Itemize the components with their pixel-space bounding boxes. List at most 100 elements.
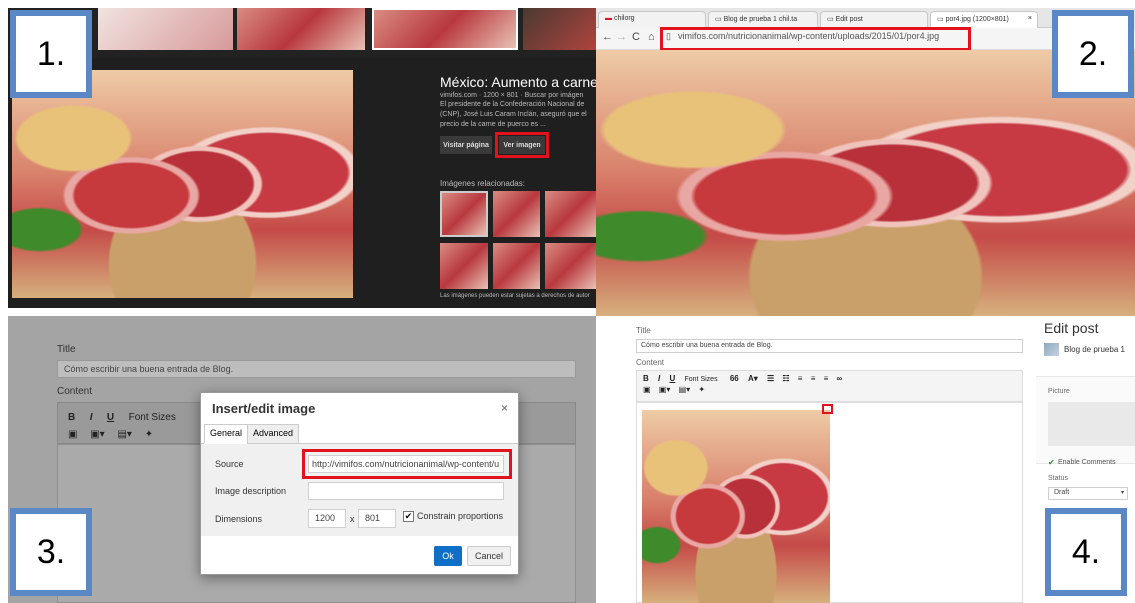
highlight-source bbox=[302, 449, 512, 479]
twitter-icon[interactable]: ✦ bbox=[145, 429, 153, 440]
twitter-icon[interactable]: ✦ bbox=[698, 385, 705, 394]
editor-toolbar: B I U Font Sizes 66 A▾ ☰ ☷ ≡ ≡ ≡ ∞ ▣ ▣▾ … bbox=[636, 370, 1023, 402]
content-label: Content bbox=[57, 386, 93, 397]
reload-icon[interactable]: C bbox=[632, 31, 640, 43]
related-image[interactable] bbox=[493, 191, 540, 237]
content-label: Content bbox=[636, 358, 665, 367]
description-label: Image description bbox=[215, 486, 287, 496]
back-icon[interactable]: ← bbox=[602, 31, 613, 43]
align-center-icon[interactable]: ≡ bbox=[811, 374, 816, 383]
browser-tab[interactable]: ▭ Blog de prueba 1 chil.ta bbox=[708, 11, 818, 28]
italic-button[interactable]: I bbox=[658, 374, 660, 383]
related-image[interactable] bbox=[545, 243, 596, 289]
tab-label: Blog de prueba 1 chil.ta bbox=[723, 16, 798, 23]
related-image[interactable] bbox=[440, 243, 488, 289]
panel-insert-image-dialog: Title Cómo escribir una buena entrada de… bbox=[8, 316, 596, 603]
insert-image-dialog: Insert/edit image × General Advanced Sou… bbox=[200, 392, 519, 575]
times-sign: x bbox=[350, 514, 355, 524]
constrain-checkbox[interactable]: ✔ bbox=[403, 511, 414, 522]
quote-button[interactable]: 66 bbox=[730, 374, 739, 383]
tab-label: chilorg bbox=[613, 15, 635, 22]
embed-icon[interactable]: ▤▾ bbox=[117, 429, 131, 440]
step-label-2: 2. bbox=[1052, 10, 1134, 98]
close-icon[interactable]: × bbox=[501, 401, 508, 415]
home-icon[interactable]: ⌂ bbox=[648, 31, 655, 43]
result-thumbnail[interactable] bbox=[523, 8, 596, 50]
underline-button[interactable]: U bbox=[107, 412, 114, 423]
picture-dropzone[interactable] bbox=[1048, 402, 1135, 446]
font-sizes-select[interactable]: Font Sizes bbox=[129, 412, 176, 423]
highlight-image-handle bbox=[822, 404, 833, 414]
browser-tab[interactable]: ▬ chilorg bbox=[598, 11, 706, 28]
result-thumbnail-selected[interactable] bbox=[372, 8, 518, 50]
inserted-image[interactable] bbox=[642, 410, 830, 603]
status-value: Draft bbox=[1054, 489, 1070, 496]
image-icon[interactable]: ▣ bbox=[643, 385, 651, 394]
italic-button[interactable]: I bbox=[90, 412, 93, 423]
enable-comments-label: Enable Comments bbox=[1058, 459, 1116, 466]
related-image[interactable] bbox=[440, 191, 488, 237]
blog-avatar bbox=[1044, 343, 1059, 356]
cancel-button[interactable]: Cancel bbox=[467, 546, 511, 566]
blog-name[interactable]: Blog de prueba 1 bbox=[1064, 345, 1125, 354]
align-right-icon[interactable]: ≡ bbox=[824, 374, 829, 383]
underline-button[interactable]: U bbox=[669, 374, 675, 383]
media-icon[interactable]: ▣▾ bbox=[659, 385, 671, 394]
font-sizes-select[interactable]: Font Sizes bbox=[685, 376, 718, 383]
browser-tab-active[interactable]: ▭ por4.jpg (1200×801) × bbox=[930, 11, 1038, 28]
edit-post-heading: Edit post bbox=[1044, 320, 1099, 336]
width-input[interactable]: 1200 bbox=[308, 509, 346, 528]
description-line: precio de la carne de puerco es ... bbox=[440, 121, 546, 128]
text-color-icon[interactable]: A▾ bbox=[748, 374, 758, 383]
preview-image[interactable] bbox=[12, 70, 353, 298]
copyright-note: Las imágenes pueden estar sujetas a dere… bbox=[440, 293, 590, 299]
dimensions-label: Dimensions bbox=[215, 514, 263, 524]
height-input[interactable]: 801 bbox=[358, 509, 396, 528]
result-thumbnail[interactable] bbox=[98, 8, 233, 50]
page-icon: ▭ bbox=[827, 16, 836, 23]
browser-tab[interactable]: ▭ Edit post bbox=[820, 11, 928, 28]
image-description: El presidente de la Confederación Nacion… bbox=[440, 100, 587, 130]
image-title: México: Aumento a carne de bbox=[440, 74, 596, 90]
embed-icon[interactable]: ▤▾ bbox=[679, 385, 691, 394]
link-icon[interactable]: ∞ bbox=[837, 374, 843, 383]
step-label-4: 4. bbox=[1045, 508, 1127, 596]
visit-page-button[interactable]: Visitar página bbox=[440, 136, 492, 154]
close-tab-icon[interactable]: × bbox=[1028, 15, 1032, 22]
status-label: Status bbox=[1048, 475, 1068, 482]
step-label-3: 3. bbox=[10, 508, 92, 596]
tab-general[interactable]: General bbox=[204, 424, 249, 444]
enable-comments-checkbox[interactable]: ✔ bbox=[1048, 458, 1055, 467]
related-image[interactable] bbox=[545, 191, 596, 237]
media-icon[interactable]: ▣▾ bbox=[90, 429, 104, 440]
title-label: Title bbox=[57, 344, 76, 355]
status-select[interactable]: Draft ▾ bbox=[1048, 487, 1128, 500]
bold-button[interactable]: B bbox=[643, 374, 649, 383]
constrain-label: Constrain proportions bbox=[417, 511, 504, 521]
tab-label: Edit post bbox=[835, 16, 863, 23]
tab-advanced[interactable]: Advanced bbox=[247, 424, 300, 444]
title-input[interactable]: Cómo escribir una buena entrada de Blog. bbox=[57, 360, 576, 378]
bullet-list-icon[interactable]: ☰ bbox=[767, 374, 774, 383]
panel-google-image-viewer: México: Aumento a carne de vimifos.com ·… bbox=[8, 8, 596, 308]
related-image[interactable] bbox=[493, 243, 540, 289]
step-label-1: 1. bbox=[10, 10, 92, 98]
description-line: El presidente de la Confederación Nacion… bbox=[440, 101, 585, 108]
chevron-down-icon: ▾ bbox=[1120, 490, 1124, 496]
highlight-view-image bbox=[495, 132, 549, 158]
bold-button[interactable]: B bbox=[68, 412, 75, 423]
ok-button[interactable]: Ok bbox=[434, 546, 462, 566]
result-thumbnail[interactable] bbox=[237, 8, 365, 50]
align-left-icon[interactable]: ≡ bbox=[798, 374, 803, 383]
title-input[interactable]: Cómo escribir una buena entrada de Blog. bbox=[636, 339, 1023, 353]
favicon-icon: ▬ bbox=[605, 15, 614, 22]
title-label: Title bbox=[636, 326, 651, 335]
description-input[interactable] bbox=[308, 482, 504, 500]
numbered-list-icon[interactable]: ☷ bbox=[782, 374, 789, 383]
page-icon: ▭ bbox=[715, 16, 724, 23]
related-images-heading: Imágenes relacionadas: bbox=[440, 179, 525, 188]
page-icon: ▭ bbox=[937, 16, 946, 23]
image-icon[interactable]: ▣ bbox=[68, 429, 77, 440]
picture-label: Picture bbox=[1048, 388, 1070, 395]
forward-icon[interactable]: → bbox=[616, 31, 627, 43]
